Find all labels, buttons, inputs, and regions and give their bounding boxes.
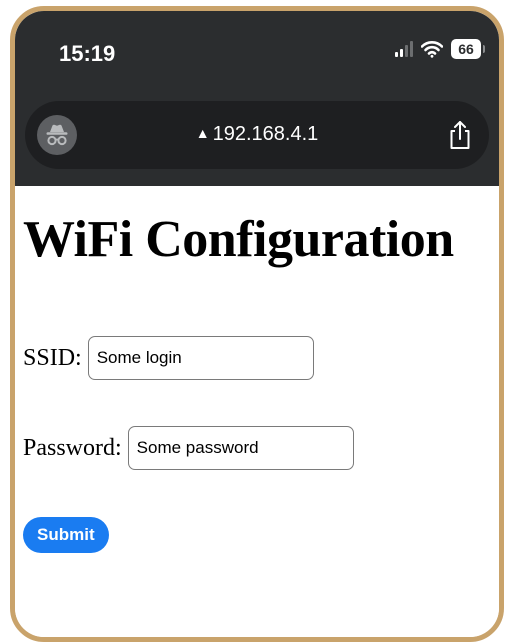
wifi-icon xyxy=(421,41,443,58)
status-time: 15:19 xyxy=(59,41,116,66)
warning-icon: ▲ xyxy=(195,125,210,141)
url-value: 192.168.4.1 xyxy=(212,123,319,145)
page-title: WiFi Configuration xyxy=(23,211,454,268)
ssid-row: SSID: xyxy=(23,336,314,380)
signal-icon xyxy=(395,41,413,57)
submit-button[interactable]: Submit xyxy=(23,517,109,553)
url-text[interactable]: ▲ 192.168.4.1 xyxy=(25,123,489,146)
address-bar[interactable]: ▲ 192.168.4.1 xyxy=(25,101,489,169)
ssid-input[interactable] xyxy=(87,336,314,380)
browser-chrome: 15:19 66 ▲ 192.168.4.1 xyxy=(15,11,499,186)
page-content: WiFi Configuration SSID: Password: Submi… xyxy=(15,186,499,637)
battery-icon: 66 xyxy=(451,39,485,59)
ssid-label: SSID: xyxy=(23,344,82,371)
password-input[interactable] xyxy=(127,426,354,470)
password-row: Password: xyxy=(23,426,354,470)
phone-frame: 15:19 66 ▲ 192.168.4.1 WiFi Configuratio… xyxy=(10,6,504,642)
share-icon[interactable] xyxy=(445,119,475,151)
password-label: Password: xyxy=(23,434,122,461)
status-icons: 66 xyxy=(395,39,485,59)
